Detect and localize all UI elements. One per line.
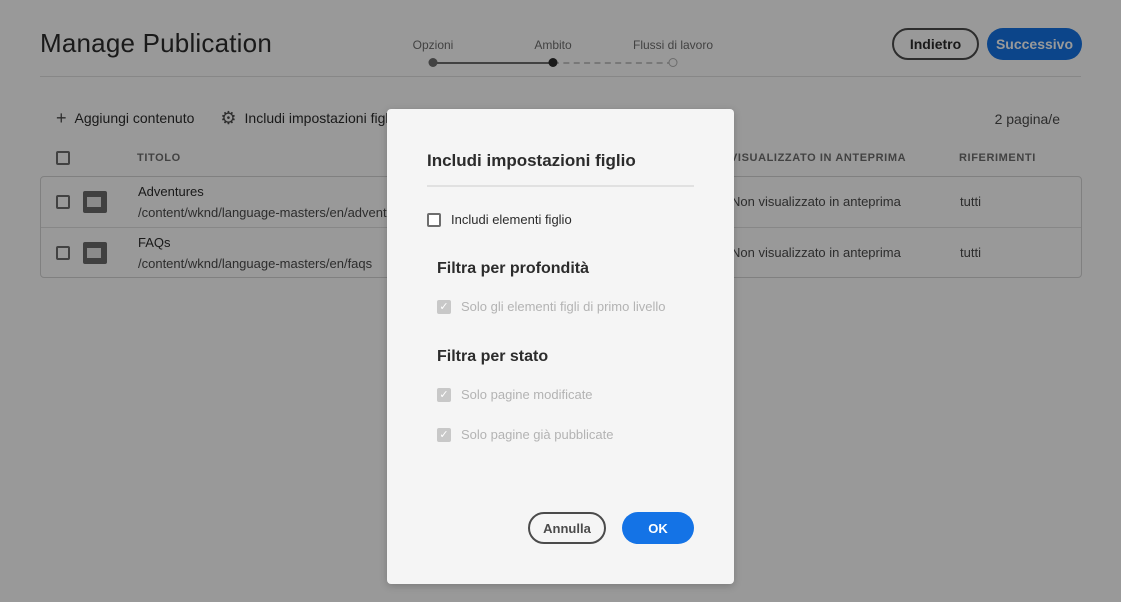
modified-only-checkbox: ✓ Solo pagine modificate [437,387,593,402]
checkbox-box[interactable] [427,212,441,227]
published-only-label: Solo pagine già pubblicate [461,427,614,442]
include-children-label: Includi elementi figlio [451,212,572,227]
include-children-checkbox[interactable]: Includi elementi figlio [427,212,572,227]
dialog-title-divider [427,185,694,187]
first-level-only-checkbox: ✓ Solo gli elementi figli di primo livel… [437,299,665,314]
cancel-button[interactable]: Annulla [528,512,606,544]
published-only-checkbox: ✓ Solo pagine già pubblicate [437,427,614,442]
depth-filter-heading: Filtra per profondità [437,260,589,277]
checkmark-icon: ✓ [437,299,451,314]
modified-only-label: Solo pagine modificate [461,387,593,402]
checkmark-icon: ✓ [437,427,451,442]
dialog-title: Includi impostazioni figlio [427,151,636,170]
first-level-only-label: Solo gli elementi figli di primo livello [461,299,666,314]
include-children-dialog: Includi impostazioni figlio Includi elem… [387,109,734,584]
status-filter-heading: Filtra per stato [437,348,549,365]
checkmark-icon: ✓ [437,387,451,402]
ok-button[interactable]: OK [622,512,694,544]
